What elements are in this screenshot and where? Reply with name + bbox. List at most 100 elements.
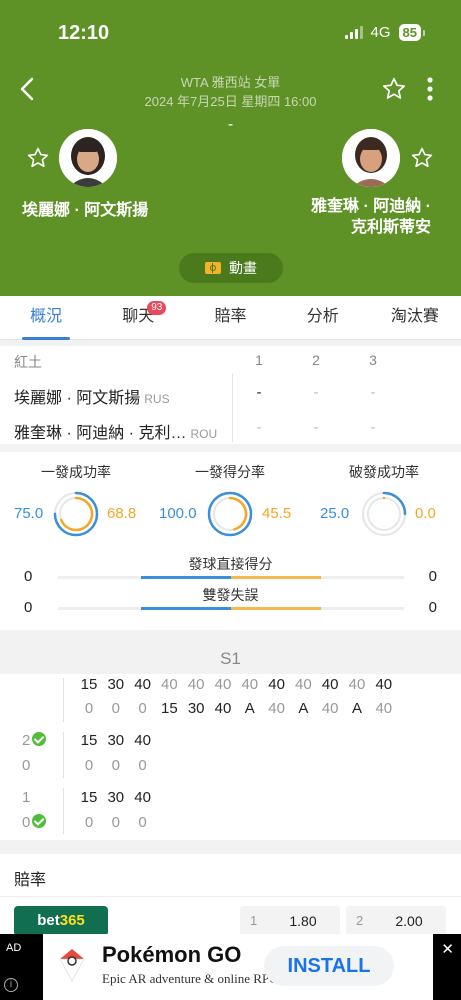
point-score: A: [351, 700, 362, 717]
odds-section: 賠率 bet365 1 1.80 2 2.00: [0, 854, 461, 944]
gauge-ring: [207, 491, 253, 537]
tab-overview[interactable]: 概況: [0, 296, 92, 340]
tab-odds-label: 賠率: [214, 308, 247, 325]
gauge-left-value: 75.0: [14, 505, 44, 522]
match-stats: 一發成功率 75.0 68.8 一發得分率 100.0 45.5 破發成功率 2…: [0, 452, 461, 630]
stat-bar-left-fill: [141, 576, 231, 579]
stat-bar-right-fill: [231, 607, 321, 610]
game-divider: [63, 678, 64, 722]
gauge-left-arc: [207, 491, 253, 537]
stat-bar-track: [58, 576, 404, 579]
serve-check-icon: [32, 732, 47, 747]
bookmaker-logo[interactable]: bet365: [14, 906, 108, 936]
odds-home-index: 1: [250, 913, 258, 928]
gauge-left-value: 100.0: [159, 505, 197, 522]
tab-odds[interactable]: 賠率: [184, 296, 276, 339]
player2-name[interactable]: 雅奎琳 · 阿迪納 · 克利斯蒂安: [311, 196, 431, 238]
score-player1-name: 埃麗娜 · 阿文斯揚: [14, 390, 141, 407]
point-score: 40: [134, 676, 151, 693]
score-player2-name: 雅奎琳 · 阿迪納 · 克利…: [14, 425, 187, 442]
score-cell: -: [370, 419, 376, 436]
tab-bar: 概況 聊天 93 賠率 分析 淘汰賽: [0, 296, 461, 340]
point-score: 40: [348, 676, 366, 693]
stat-bar-label: 雙發失誤: [202, 587, 259, 603]
network-label: 4G: [370, 24, 391, 41]
match-score: -: [227, 116, 234, 133]
gauge-title: 一發成功率: [41, 464, 111, 480]
player1-avatar[interactable]: [59, 129, 117, 187]
point-score: 30: [187, 700, 205, 717]
point-by-point: 15 30 40 40 40 40 40 40 40 40 40 40 0 0 0 15 30 40 A 40 A 40…: [0, 674, 461, 840]
tab-chat[interactable]: 聊天 93: [92, 296, 184, 339]
game2-score-top: 2: [22, 732, 47, 749]
player2-name-line1: 雅奎琳 · 阿迪納 ·: [311, 198, 431, 215]
score-cell: -: [313, 419, 319, 436]
player1-name[interactable]: 埃麗娜 · 阿文斯揚: [22, 196, 148, 220]
favorite-player2-star-icon[interactable]: [410, 146, 434, 170]
score-cell: -: [256, 419, 262, 436]
point-score: 0: [111, 700, 120, 717]
more-options-icon[interactable]: [420, 74, 440, 104]
point-score: 40: [375, 700, 393, 717]
gauge-track: [367, 497, 401, 531]
ad-install-button[interactable]: INSTALL: [264, 946, 394, 986]
gauge-right-value: 45.5: [262, 505, 292, 522]
point-score: 40: [241, 676, 259, 693]
point-score: 40: [321, 676, 339, 693]
set-label[interactable]: S1: [0, 644, 461, 674]
tab-analysis-label: 分析: [306, 308, 339, 325]
stat-bar-left-fill: [141, 607, 231, 610]
odds-away[interactable]: 2 2.00: [346, 906, 446, 936]
odds-title: 賠率: [14, 872, 47, 889]
stat-bar-aces: 發球直接得分 0 0: [0, 554, 461, 585]
game-divider: [63, 732, 64, 778]
status-indicators: 4G 85: [344, 24, 426, 41]
court-surface: 紅土: [14, 354, 42, 370]
gauge-left-value: 25.0: [320, 505, 350, 522]
stat-bar-right-value: 0: [428, 599, 437, 616]
point-score: 40: [134, 789, 151, 806]
tab-analysis[interactable]: 分析: [277, 296, 369, 339]
favorite-match-star-icon[interactable]: [381, 76, 407, 102]
ad-info-icon[interactable]: i: [4, 978, 18, 992]
match-header: 12:10 4G 85 WTA 雅西站 女單 2024 年7月25日 星期四 1…: [0, 0, 461, 296]
set-header-1: 1: [255, 352, 263, 368]
ad-title: Pokémon GO: [102, 942, 242, 967]
point-score: 15: [161, 700, 178, 717]
score-row-player2[interactable]: 雅奎琳 · 阿迪納 · 克利… ROU - - -: [0, 410, 461, 446]
odds-away-value: 2.00: [395, 913, 423, 929]
point-score: 40: [134, 732, 151, 749]
score-player2-country: ROU: [190, 427, 218, 441]
point-score: 40: [268, 700, 285, 717]
animation-button[interactable]: 動畫: [179, 253, 283, 283]
score-player2: 雅奎琳 · 阿迪納 · 克利… ROU: [14, 419, 217, 443]
game3-score-bottom: 0: [22, 814, 47, 831]
favorite-player1-star-icon[interactable]: [26, 146, 50, 170]
pitch-icon: [205, 262, 221, 274]
score-cell: -: [370, 384, 376, 401]
ad-right-strip: ✕: [433, 934, 461, 1000]
gauge-ring: [53, 491, 99, 537]
close-icon[interactable]: ✕: [441, 940, 454, 958]
bookmaker-name-b: 365: [59, 912, 85, 929]
ad-banner[interactable]: AD i Pokémon GO Epic AR adventure & onli…: [0, 934, 461, 1000]
score-player1: 埃麗娜 · 阿文斯揚 RUS: [14, 384, 170, 408]
point-score: 40: [161, 676, 178, 693]
odds-home[interactable]: 1 1.80: [240, 906, 340, 936]
point-score: 15: [80, 789, 98, 806]
serve-check-icon: [32, 814, 47, 829]
point-score: 0: [138, 700, 147, 717]
score-row-player1[interactable]: 埃麗娜 · 阿文斯揚 RUS - - -: [0, 375, 461, 411]
odds-away-index: 2: [356, 913, 364, 928]
gauge-ring: [361, 491, 407, 537]
animation-label: 動畫: [229, 260, 257, 276]
point-score: 15: [80, 732, 98, 749]
game2-score-top-value: 2: [22, 732, 31, 749]
game3-score-top: 1: [22, 789, 31, 806]
odds-home-value: 1.80: [289, 913, 317, 929]
gauge-title: 一發得分率: [195, 464, 265, 480]
tab-knockout[interactable]: 淘汰賽: [369, 296, 461, 339]
tab-overview-label: 概況: [30, 308, 63, 325]
point-score: 0: [111, 814, 120, 831]
player2-avatar[interactable]: [342, 129, 400, 187]
